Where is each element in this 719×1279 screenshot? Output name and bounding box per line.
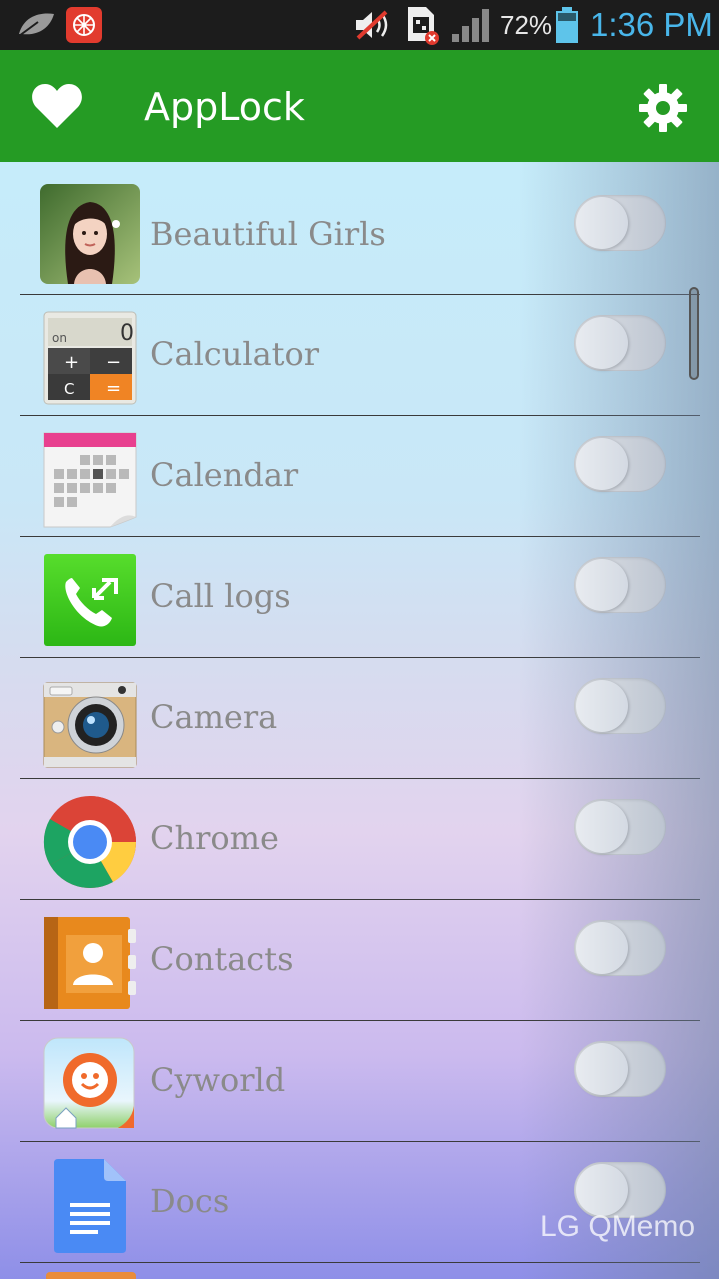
notification-app-icon [66,0,102,50]
signal-icon [450,0,492,50]
list-item[interactable]: Calendar [0,416,719,537]
calendar-icon [40,431,140,531]
toggle-knob [576,559,628,611]
app-label: Call logs [150,577,291,615]
toggle-knob [576,1164,628,1216]
app-label: Contacts [150,940,294,978]
svg-text:0: 0 [120,321,134,346]
watermark: LG QMemo [540,1210,696,1243]
heart-icon[interactable] [30,82,84,134]
list-item[interactable]: Cyworld [0,1021,719,1142]
cyworld-icon [40,1036,140,1136]
svg-text:C: C [64,380,74,398]
chrome-icon [40,794,140,894]
toggle-knob [576,801,628,853]
lock-toggle[interactable] [574,920,666,976]
beautiful-girls-icon [40,184,140,284]
lock-toggle[interactable] [574,1041,666,1097]
clock: 1:36 PM [590,6,713,43]
list-item[interactable]: Chrome [0,779,719,900]
list-item[interactable]: Docs [0,1142,719,1263]
divider [20,1262,700,1263]
next-app-icon-peek [46,1272,136,1279]
list-item[interactable]: Beautiful Girls [0,162,719,295]
app-label: Docs [150,1182,230,1220]
app-title: AppLock [144,85,305,129]
svg-text:+: + [64,352,79,373]
app-label: Chrome [150,819,279,857]
docs-icon [40,1157,140,1257]
lock-toggle[interactable] [574,436,666,492]
app-label: Beautiful Girls [150,215,386,253]
toggle-knob [576,1043,628,1095]
app-label: Calendar [150,456,299,494]
lock-toggle[interactable] [574,195,666,251]
contacts-icon [40,915,140,1015]
list-item[interactable]: Camera [0,658,719,779]
app-label: Calculator [150,335,320,373]
lock-toggle[interactable] [574,678,666,734]
call-logs-icon [40,552,140,652]
toggle-knob [576,438,628,490]
lock-toggle[interactable] [574,315,666,371]
svg-text:=: = [106,378,121,399]
list-item[interactable]: on 0 + − C = Calculator [0,295,719,416]
app-label: Cyworld [150,1061,286,1099]
sim-error-icon [404,0,440,50]
action-bar: AppLock [0,50,719,162]
toggle-knob [576,197,628,249]
camera-icon [40,673,140,773]
lock-toggle[interactable] [574,799,666,855]
toggle-knob [576,922,628,974]
app-list[interactable]: Beautiful Girls on 0 + − C = Calculator [0,162,719,1279]
svg-text:−: − [106,352,121,373]
battery-icon [554,0,580,50]
gear-icon[interactable] [638,83,688,137]
volume-muted-icon [352,0,394,50]
battery-percent: 72% [500,9,553,40]
svg-text:on: on [52,331,67,345]
list-item[interactable]: Call logs [0,537,719,658]
lock-toggle[interactable] [574,557,666,613]
toggle-knob [576,317,628,369]
app-label: Camera [150,698,278,736]
toggle-knob [576,680,628,732]
leaf-icon [16,0,56,50]
status-bar: 72% 1:36 PM [0,0,719,50]
calculator-icon: on 0 + − C = [40,310,140,410]
scrollbar[interactable] [689,287,699,380]
list-item[interactable]: Contacts [0,900,719,1021]
